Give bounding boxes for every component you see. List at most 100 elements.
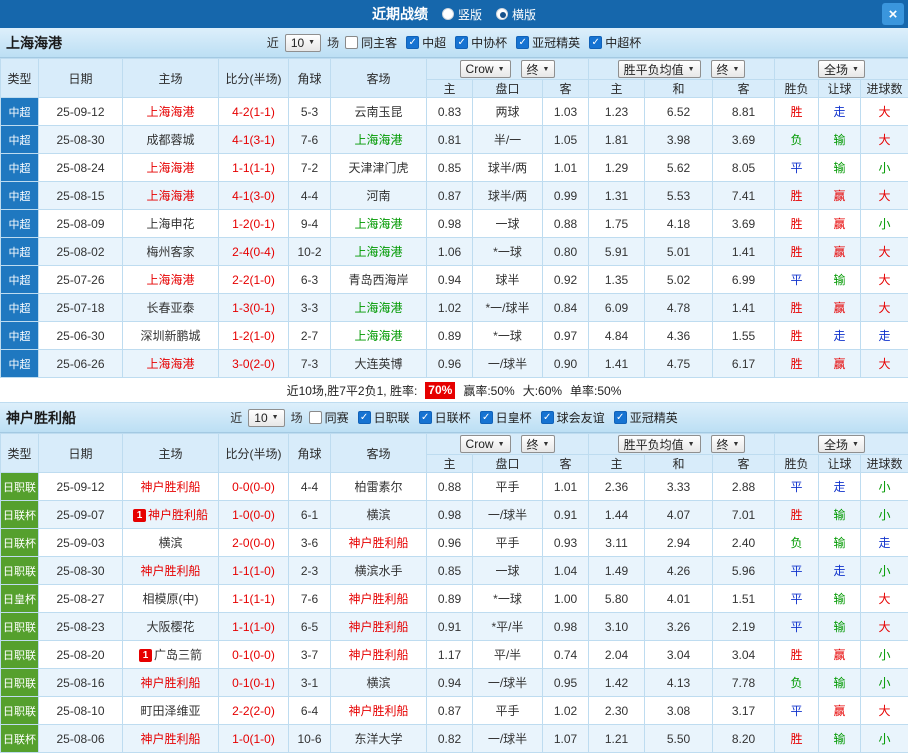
away-team[interactable]: 横滨 <box>331 501 427 529</box>
filter-checkbox[interactable]: ✓日联杯 <box>419 409 471 426</box>
filter-checkbox-label: 中超杯 <box>605 34 641 51</box>
euro-odds-draw: 4.18 <box>645 210 713 238</box>
asian-handicap: 两球 <box>473 98 543 126</box>
league-type-cell: 中超 <box>1 182 39 210</box>
home-team[interactable]: 大阪樱花 <box>123 613 219 641</box>
col-header-date: 日期 <box>39 434 123 473</box>
filter-checkbox[interactable]: ✓中超 <box>406 34 446 51</box>
euro-odds-home: 1.81 <box>589 126 645 154</box>
away-team[interactable]: 横滨 <box>331 669 427 697</box>
away-team[interactable]: 神户胜利船 <box>331 613 427 641</box>
asian-handicap: 一球 <box>473 210 543 238</box>
asian-final-select[interactable]: 终▼ <box>521 435 556 453</box>
home-team[interactable]: 神户胜利船 <box>123 557 219 585</box>
home-team[interactable]: 成都蓉城 <box>123 126 219 154</box>
away-team[interactable]: 云南玉昆 <box>331 98 427 126</box>
asian-odds-group: Crow▼ 终▼ <box>427 59 589 80</box>
odds-source-select[interactable]: Crow▼ <box>460 435 511 453</box>
away-team[interactable]: 神户胜利船 <box>331 585 427 613</box>
home-team[interactable]: 上海海港 <box>123 98 219 126</box>
home-team[interactable]: 上海海港 <box>123 350 219 378</box>
score: 1-1(1-1) <box>219 585 289 613</box>
filter-checkbox[interactable]: 同主客 <box>345 34 397 51</box>
away-team[interactable]: 上海海港 <box>331 210 427 238</box>
away-team[interactable]: 神户胜利船 <box>331 529 427 557</box>
asian-handicap: 半/一 <box>473 126 543 154</box>
sub-header-goals: 进球数 <box>861 80 908 98</box>
asian-final-select[interactable]: 终▼ <box>521 60 556 78</box>
away-team[interactable]: 青岛西海岸 <box>331 266 427 294</box>
away-team[interactable]: 上海海港 <box>331 126 427 154</box>
team-title: 上海海港 <box>6 33 62 53</box>
league-type-cell: 中超 <box>1 350 39 378</box>
match-date: 25-08-30 <box>39 126 123 154</box>
away-team[interactable]: 上海海港 <box>331 294 427 322</box>
score: 1-1(1-0) <box>219 613 289 641</box>
filter-checkbox[interactable]: ✓亚冠精英 <box>516 34 580 51</box>
score: 1-2(0-1) <box>219 210 289 238</box>
home-team[interactable]: 长春亚泰 <box>123 294 219 322</box>
close-button[interactable]: × <box>882 3 904 25</box>
home-team[interactable]: 上海海港 <box>123 182 219 210</box>
away-team[interactable]: 神户胜利船 <box>331 697 427 725</box>
radio-horizontal-layout[interactable]: 横版 <box>496 6 536 23</box>
odds-source-select[interactable]: Crow▼ <box>460 60 511 78</box>
match-count-select[interactable]: 10 ▼ <box>285 34 321 52</box>
scope-select[interactable]: 全场▼ <box>818 60 865 78</box>
wdl-average-select[interactable]: 胜平负均值▼ <box>618 60 701 78</box>
result-group: 全场▼ <box>775 434 908 455</box>
radio-vertical-layout[interactable]: 竖版 <box>442 6 482 23</box>
scope-select[interactable]: 全场▼ <box>818 435 865 453</box>
away-team[interactable]: 上海海港 <box>331 322 427 350</box>
filter-checkbox[interactable]: ✓日皇杯 <box>480 409 532 426</box>
home-team[interactable]: 上海申花 <box>123 210 219 238</box>
match-date: 25-08-09 <box>39 210 123 238</box>
match-count-select[interactable]: 10 ▼ <box>248 409 284 427</box>
home-team[interactable]: 上海海港 <box>123 266 219 294</box>
home-team[interactable]: 神户胜利船 <box>123 725 219 753</box>
away-team[interactable]: 东洋大学 <box>331 725 427 753</box>
radio-icon <box>442 8 454 20</box>
away-team[interactable]: 柏雷素尔 <box>331 473 427 501</box>
asian-handicap: *一球 <box>473 322 543 350</box>
home-team[interactable]: 相模原(中) <box>123 585 219 613</box>
home-team[interactable]: 神户胜利船 <box>123 669 219 697</box>
match-row: 中超25-09-12上海海港4-2(1-1)5-3云南玉昆0.83两球1.031… <box>1 98 908 126</box>
filter-checkbox[interactable]: ✓日职联 <box>358 409 410 426</box>
euro-odds-away: 3.04 <box>713 641 775 669</box>
home-team[interactable]: 横滨 <box>123 529 219 557</box>
home-team[interactable]: 深圳新鹏城 <box>123 322 219 350</box>
asian-odds-away: 0.91 <box>543 501 589 529</box>
asian-handicap: 一球 <box>473 557 543 585</box>
filter-checkbox[interactable]: 同赛 <box>309 409 349 426</box>
match-date: 25-08-02 <box>39 238 123 266</box>
home-team[interactable]: 上海海港 <box>123 154 219 182</box>
home-team[interactable]: 梅州客家 <box>123 238 219 266</box>
asian-odds-away: 0.95 <box>543 669 589 697</box>
away-team[interactable]: 天津津门虎 <box>331 154 427 182</box>
chevron-down-icon: ▼ <box>498 441 505 448</box>
home-team[interactable]: 1神户胜利船 <box>123 501 219 529</box>
away-team[interactable]: 大连英博 <box>331 350 427 378</box>
away-team[interactable]: 河南 <box>331 182 427 210</box>
filter-checkbox[interactable]: ✓球会友谊 <box>541 409 605 426</box>
away-team[interactable]: 上海海港 <box>331 238 427 266</box>
league-type-cell: 日职联 <box>1 669 39 697</box>
away-team[interactable]: 横滨水手 <box>331 557 427 585</box>
away-team[interactable]: 神户胜利船 <box>331 641 427 669</box>
result-wdl: 胜 <box>775 98 819 126</box>
result-handicap: 赢 <box>819 210 861 238</box>
filter-checkbox[interactable]: ✓亚冠精英 <box>614 409 678 426</box>
euro-final-select[interactable]: 终▼ <box>711 60 746 78</box>
result-goals: 大 <box>861 585 908 613</box>
sub-header-euro-away: 客 <box>713 80 775 98</box>
filter-checkbox[interactable]: ✓中协杯 <box>455 34 507 51</box>
euro-final-select[interactable]: 终▼ <box>711 435 746 453</box>
home-team[interactable]: 町田泽维亚 <box>123 697 219 725</box>
wdl-average-select[interactable]: 胜平负均值▼ <box>618 435 701 453</box>
league-type-cell: 日联杯 <box>1 529 39 557</box>
home-team[interactable]: 神户胜利船 <box>123 473 219 501</box>
home-team[interactable]: 1广岛三箭 <box>123 641 219 669</box>
filter-checkbox[interactable]: ✓中超杯 <box>589 34 641 51</box>
sub-header-asian-away: 客 <box>543 455 589 473</box>
